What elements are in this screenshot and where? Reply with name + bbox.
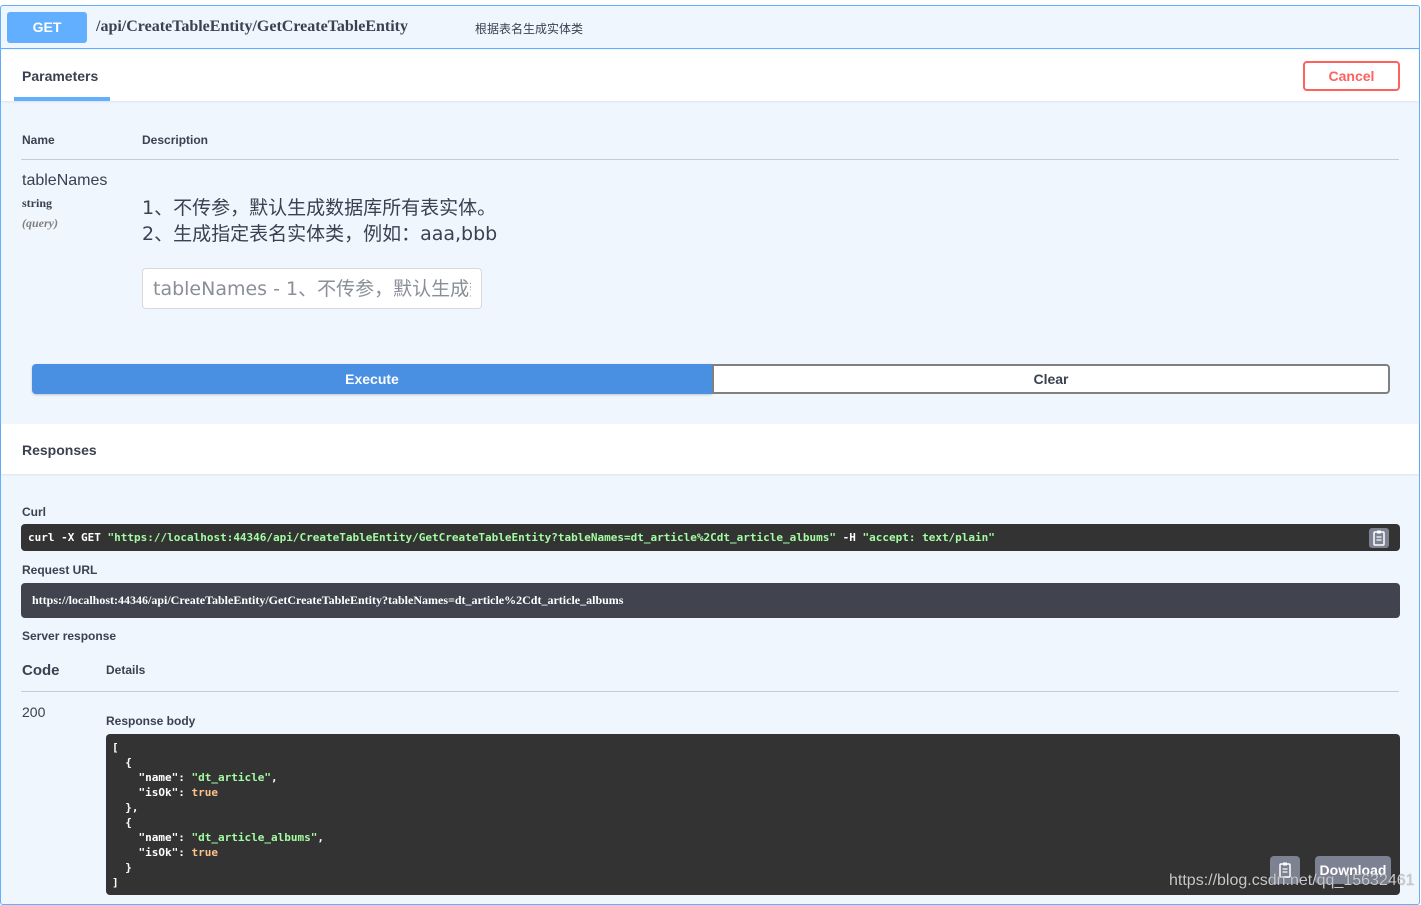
column-header-name: Name [22, 133, 55, 147]
column-header-description: Description [142, 133, 209, 147]
tab-parameters[interactable]: Parameters [14, 50, 110, 101]
response-item-name: "dt_article_albums" [191, 831, 318, 844]
curl-header-flag: -H [835, 531, 863, 544]
active-tab-indicator [14, 97, 110, 101]
operation-summary[interactable]: GET /api/CreateTableEntity/GetCreateTabl… [1, 6, 1419, 49]
details-column-header: Details [106, 663, 146, 677]
response-table-divider [21, 691, 1399, 692]
endpoint-path: /api/CreateTableEntity/GetCreateTableEnt… [96, 18, 408, 35]
tablenames-input[interactable] [142, 268, 482, 309]
curl-header-value: "accept: text/plain" [862, 531, 995, 544]
response-body-json: [ { "name": "dt_article", "isOk": true }… [112, 741, 324, 889]
curl-label: Curl [22, 505, 46, 519]
parameter-location: (query) [22, 216, 58, 230]
parameters-section-header: Parameters Cancel [1, 50, 1419, 101]
operation-block-get: GET /api/CreateTableEntity/GetCreateTabl… [0, 5, 1420, 905]
parameter-description-line-1: 1、不传参，默认生成数据库所有表实体。 [142, 197, 497, 219]
curl-prefix: curl -X GET [28, 531, 108, 544]
curl-url: "https://localhost:44346/api/CreateTable… [107, 531, 836, 544]
response-body-box[interactable]: [ { "name": "dt_article", "isOk": true }… [106, 734, 1400, 895]
response-item-isok: true [191, 846, 219, 859]
parameter-type: string [22, 196, 52, 210]
response-status-code: 200 [22, 704, 46, 720]
server-response-label: Server response [22, 629, 117, 643]
watermark-text: https://blog.csdn.net/qq_15632461 [1169, 872, 1415, 889]
responses-section-header: Responses [1, 424, 1419, 474]
parameter-name: tableNames [22, 172, 108, 189]
code-column-header: Code [22, 662, 60, 679]
responses-title: Responses [22, 442, 97, 458]
execute-button[interactable]: Execute [32, 364, 712, 394]
endpoint-summary: 根据表名生成实体类 [475, 22, 584, 36]
http-method-badge: GET [7, 12, 87, 43]
response-item-isok: true [191, 786, 219, 799]
table-header-divider [21, 159, 1399, 160]
response-body-label: Response body [106, 714, 196, 728]
tab-parameters-label: Parameters [22, 68, 99, 84]
copy-to-clipboard-icon[interactable] [1369, 528, 1389, 548]
curl-command-box[interactable]: curl -X GET "https://localhost:44346/api… [21, 524, 1400, 551]
parameter-description-line-2: 2、生成指定表名实体类，例如：aaa,bbb [142, 223, 498, 245]
clear-button[interactable]: Clear [712, 364, 1390, 394]
request-url-box[interactable]: https://localhost:44346/api/CreateTableE… [21, 583, 1400, 618]
response-item-name: "dt_article" [191, 771, 271, 784]
request-url-label: Request URL [22, 563, 98, 577]
cancel-button[interactable]: Cancel [1303, 61, 1400, 91]
